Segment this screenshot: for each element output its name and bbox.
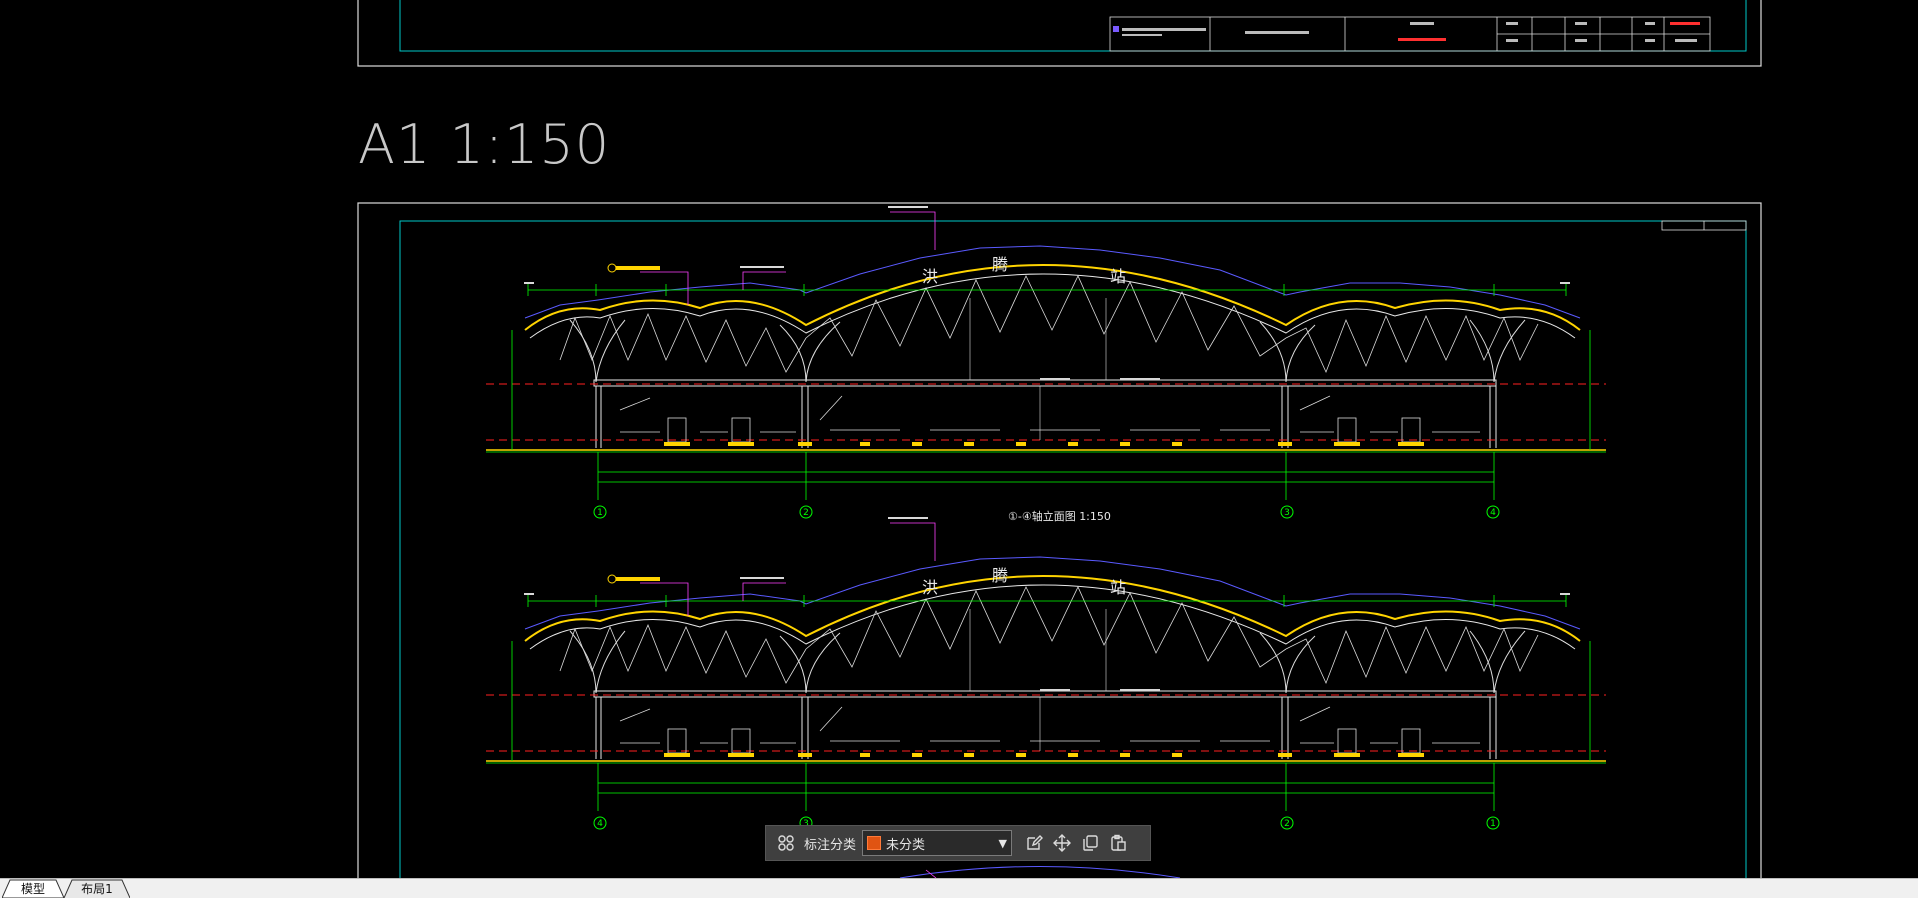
tab-layout1-label: 布局1 [81,882,113,896]
grid-icon[interactable] [772,829,800,857]
edit-icon[interactable] [1020,829,1048,857]
paste-icon[interactable] [1104,829,1132,857]
station-char-1: 洪 [922,267,938,286]
elevation-caption: ①-④轴立面图 1:150 [1008,509,1111,523]
elevation-drawing-2 [485,516,1607,830]
move-icon[interactable] [1048,829,1076,857]
elevation-drawing-1 [485,205,1607,519]
copy-icon[interactable] [1076,829,1104,857]
axis-label-2: 2 [803,508,809,518]
axis-label-3: 3 [1284,508,1290,518]
annotation-toolbar: 标注分类 未分类 ▼ [765,825,1151,861]
axis-label-b1: 4 [597,819,603,829]
top-sheet [357,0,1762,67]
tab-model[interactable]: 模型 [2,879,64,898]
station-char-3b: 站 [1110,578,1126,597]
axis-label-b3: 2 [1284,819,1290,829]
station-char-2b: 腾 [992,566,1008,585]
category-value: 未分类 [886,837,926,853]
category-select[interactable]: 未分类 ▼ [862,830,1013,856]
scale-label: A1 1:150 [358,113,611,176]
station-char-3: 站 [1110,267,1126,286]
cad-canvas[interactable]: 洪 腾 站 洪 腾 站 ①-④轴立面图 1:150 1 2 3 4 4 3 2 … [0,0,1918,878]
chevron-down-icon: ▼ [998,836,1008,850]
tab-model-label: 模型 [20,882,45,896]
layout-tab-bar: 模型 布局1 [0,878,1918,898]
axis-label-1: 1 [597,508,603,518]
category-color-swatch [867,836,882,850]
tab-layout1[interactable]: 布局1 [64,879,130,898]
axis-label-4: 4 [1490,508,1496,518]
category-label: 标注分类 [804,837,857,853]
station-char-1b: 洪 [922,578,938,597]
station-char-2: 腾 [992,255,1008,274]
axis-label-b4: 1 [1490,819,1496,829]
